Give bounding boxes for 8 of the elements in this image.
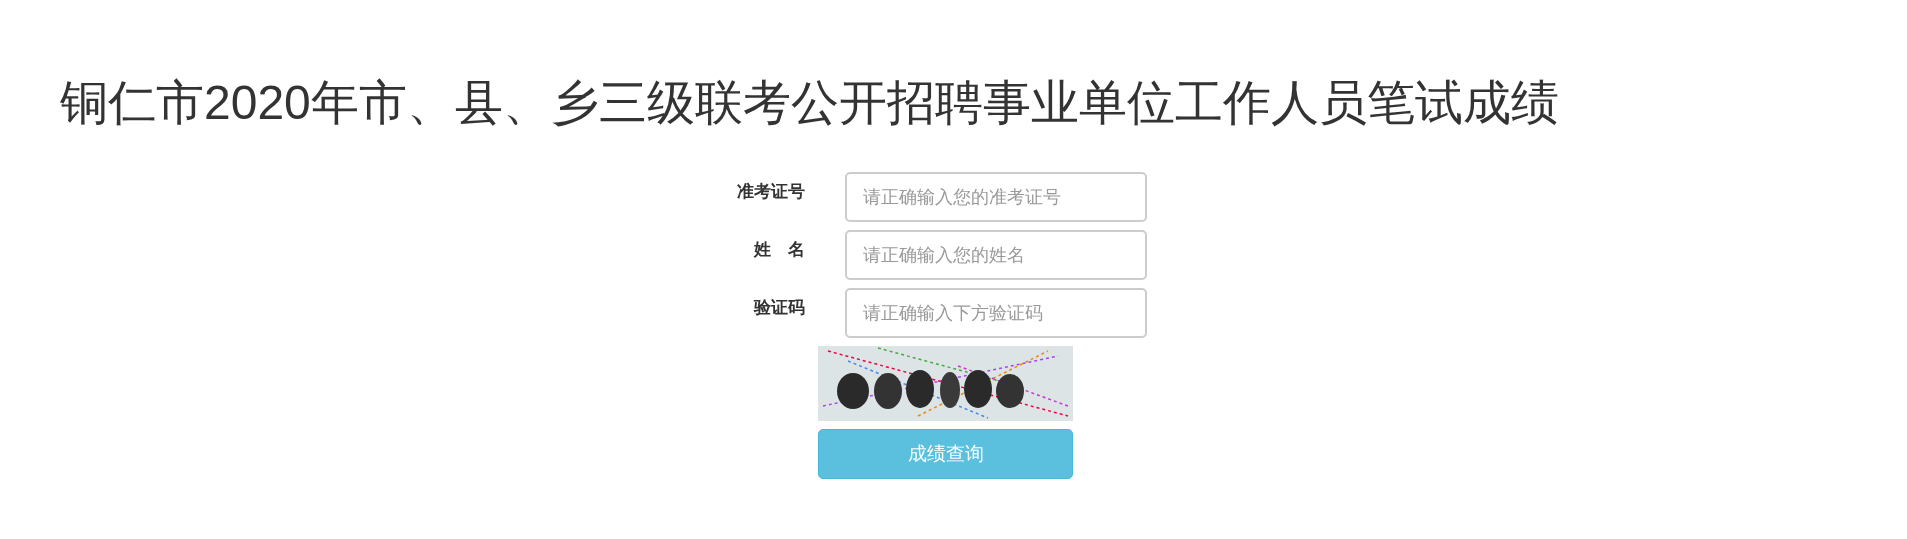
input-field[interactable]: 请正确输入下方验证码 xyxy=(845,288,1147,338)
input-field[interactable]: 请正确输入您的姓名 xyxy=(845,230,1147,280)
field-label: 姓 名 xyxy=(752,239,805,261)
input-field[interactable]: 请正确输入您的准考证号 xyxy=(845,172,1147,222)
query-button[interactable]: 成绩查询 xyxy=(818,429,1073,479)
field-label: 准考证号 xyxy=(736,181,805,203)
field-label: 验证码 xyxy=(752,297,805,319)
page-title: 铜仁市2020年市、县、乡三级联考公开招聘事业单位工作人员笔试成绩 xyxy=(60,75,1560,131)
